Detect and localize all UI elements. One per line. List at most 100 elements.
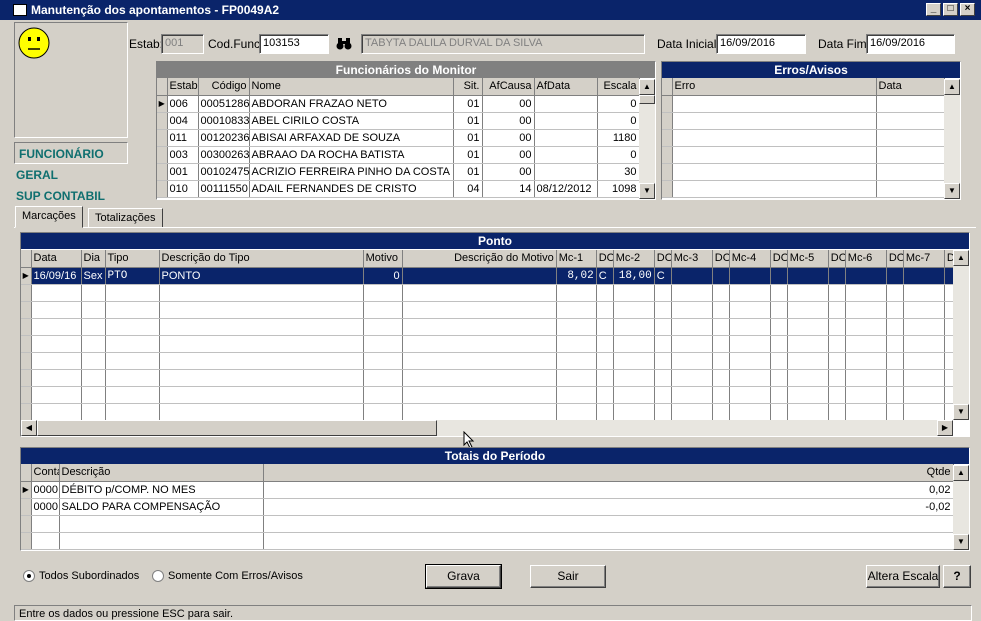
col-ponto-17[interactable]: DO [886, 250, 904, 268]
table-cell[interactable]: 004 [167, 112, 199, 130]
col-ponto-13[interactable]: DO [770, 250, 788, 268]
table-cell[interactable] [770, 284, 788, 302]
table-cell[interactable] [944, 301, 953, 319]
col-ponto-2[interactable]: Tipo [105, 250, 160, 268]
table-cell[interactable] [556, 318, 597, 336]
minimize-button[interactable]: _ [926, 3, 941, 16]
scroll-down-icon[interactable]: ▼ [953, 534, 969, 550]
table-cell[interactable]: 00 [482, 95, 535, 113]
empty-row[interactable] [662, 146, 945, 164]
totais-scrollbar[interactable]: ▲ ▼ [953, 465, 969, 550]
table-row[interactable]: 011 00120236 ABISAI ARFAXAD DE SOUZA 01 00 11… [157, 129, 640, 147]
table-cell[interactable] [402, 403, 557, 420]
empty-row[interactable] [21, 352, 953, 370]
somente-label[interactable]: Somente Com Erros/Avisos [168, 570, 303, 582]
table-cell[interactable] [828, 284, 846, 302]
table-cell[interactable] [876, 180, 945, 198]
table-cell[interactable] [712, 335, 730, 353]
table-cell[interactable]: 14 [482, 180, 535, 198]
table-cell[interactable] [654, 301, 672, 319]
table-cell[interactable]: 0000 [31, 481, 60, 499]
table-cell[interactable] [556, 369, 597, 387]
col-estab[interactable]: Estab [167, 78, 199, 96]
scroll-down-icon[interactable]: ▼ [944, 183, 960, 199]
empty-row[interactable] [21, 284, 953, 302]
table-cell[interactable] [671, 386, 713, 404]
table-cell[interactable] [596, 335, 614, 353]
col-ponto-4[interactable]: Motivo [363, 250, 403, 268]
table-cell[interactable] [613, 369, 655, 387]
col-ponto-0[interactable]: Data [31, 250, 82, 268]
table-cell[interactable] [105, 335, 160, 353]
table-cell[interactable] [787, 267, 829, 285]
table-cell[interactable] [876, 163, 945, 181]
table-cell[interactable] [828, 352, 846, 370]
table-cell[interactable] [671, 267, 713, 285]
table-cell[interactable]: 08/12/2012 [534, 180, 598, 198]
table-cell[interactable] [31, 532, 60, 550]
table-cell[interactable] [672, 146, 877, 164]
table-cell[interactable]: 00 [482, 112, 535, 130]
table-cell[interactable] [613, 386, 655, 404]
table-cell[interactable]: 01 [453, 112, 483, 130]
table-cell[interactable] [729, 318, 771, 336]
table-cell[interactable] [596, 318, 614, 336]
table-cell[interactable] [654, 403, 672, 420]
table-cell[interactable]: PTO [105, 267, 160, 285]
table-cell[interactable] [159, 301, 364, 319]
table-cell[interactable]: 011 [167, 129, 199, 147]
table-cell[interactable] [876, 129, 945, 147]
table-cell[interactable] [845, 386, 887, 404]
table-cell[interactable]: 00102475 [198, 163, 250, 181]
table-cell[interactable] [31, 386, 82, 404]
col-nome[interactable]: Nome [249, 78, 454, 96]
col-afdata[interactable]: AfData [534, 78, 598, 96]
table-cell[interactable] [534, 146, 598, 164]
somente-radio[interactable] [152, 570, 164, 582]
erros-scrollbar[interactable]: ▲ ▼ [944, 79, 960, 199]
scroll-thumb[interactable] [639, 95, 655, 104]
table-cell[interactable] [828, 386, 846, 404]
table-cell[interactable] [81, 403, 106, 420]
table-cell[interactable] [363, 386, 403, 404]
table-cell[interactable] [556, 335, 597, 353]
table-cell[interactable] [903, 335, 945, 353]
table-cell[interactable]: 00 [482, 129, 535, 147]
table-cell[interactable]: 18,00 [613, 267, 655, 285]
table-cell[interactable] [363, 335, 403, 353]
table-cell[interactable]: 01 [453, 163, 483, 181]
table-cell[interactable] [556, 352, 597, 370]
table-cell[interactable] [31, 369, 82, 387]
scroll-up-icon[interactable]: ▲ [953, 250, 969, 266]
col-ponto-19[interactable]: D [944, 250, 953, 268]
table-cell[interactable] [787, 403, 829, 420]
empty-row[interactable] [21, 515, 954, 533]
table-cell[interactable]: 003 [167, 146, 199, 164]
table-cell[interactable] [654, 284, 672, 302]
table-cell[interactable] [944, 369, 953, 387]
table-row[interactable]: 010 00111550 ADAIL FERNANDES DE CRISTO 04 14… [157, 180, 640, 198]
table-cell[interactable] [787, 301, 829, 319]
table-cell[interactable] [613, 301, 655, 319]
table-cell[interactable] [31, 352, 82, 370]
table-cell[interactable]: 00 [482, 146, 535, 164]
table-cell[interactable] [596, 301, 614, 319]
nav-item-geral[interactable]: GERAL [16, 168, 58, 182]
table-cell[interactable] [770, 318, 788, 336]
table-cell[interactable] [596, 284, 614, 302]
maximize-button[interactable]: □ [943, 3, 958, 16]
table-cell[interactable]: 1180 [597, 129, 640, 147]
table-cell[interactable]: 0,02 [263, 481, 954, 499]
table-cell[interactable] [363, 301, 403, 319]
table-cell[interactable] [886, 352, 904, 370]
empty-row[interactable] [21, 335, 953, 353]
table-cell[interactable]: 30 [597, 163, 640, 181]
table-cell[interactable] [712, 284, 730, 302]
empty-row[interactable] [21, 301, 953, 319]
table-cell[interactable]: SALDO PARA COMPENSAÇÃO [59, 498, 264, 516]
ponto-hscrollbar[interactable]: ◀ ▶ [21, 420, 953, 436]
table-cell[interactable] [534, 112, 598, 130]
table-cell[interactable] [787, 352, 829, 370]
table-cell[interactable] [671, 403, 713, 420]
table-cell[interactable] [944, 352, 953, 370]
